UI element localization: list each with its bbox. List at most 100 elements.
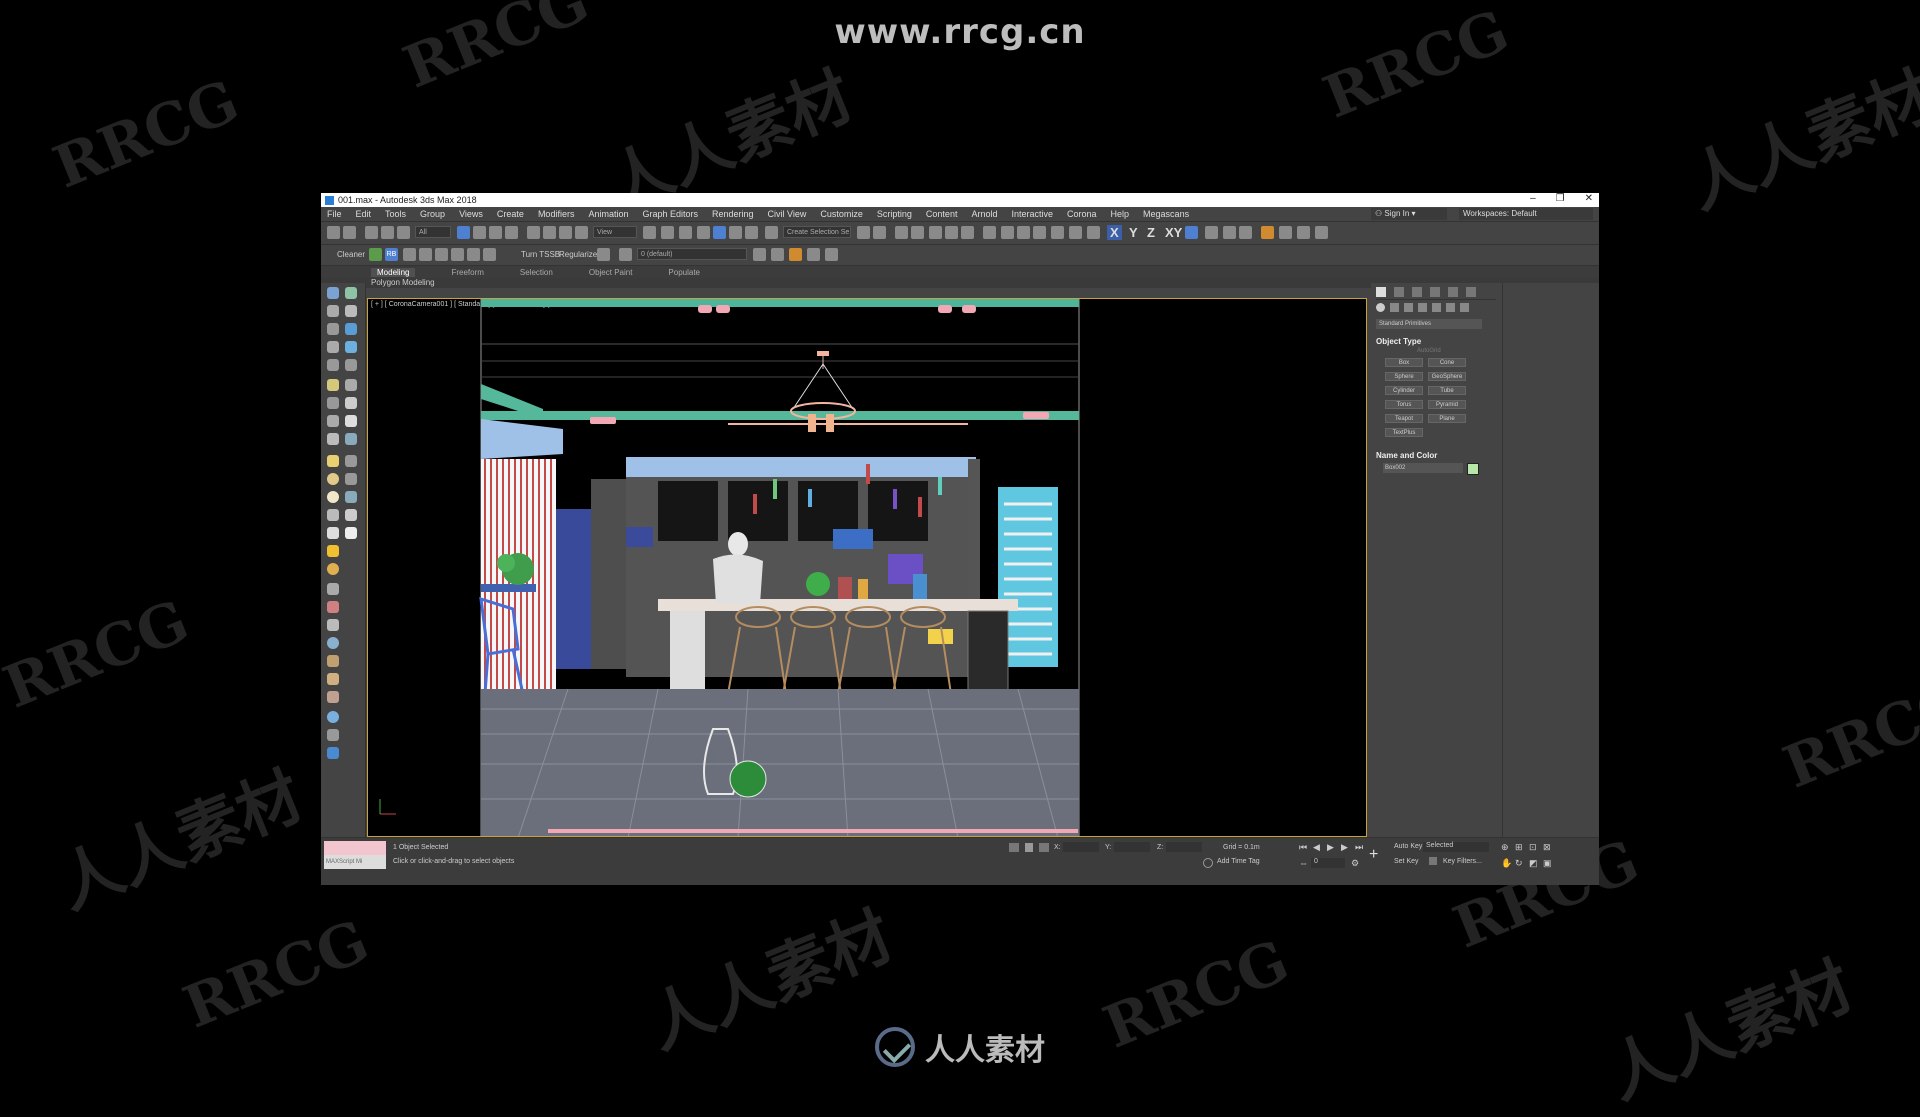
layer-manager-icon[interactable] <box>1087 226 1100 239</box>
cleaner-label[interactable]: Cleaner <box>337 250 365 259</box>
menu-help[interactable]: Help <box>1111 209 1130 219</box>
menu-civil-view[interactable]: Civil View <box>768 209 807 219</box>
menu-create[interactable]: Create <box>497 209 524 219</box>
pen-icon[interactable] <box>327 601 339 613</box>
maximize-viewport-icon[interactable]: ▣ <box>1543 858 1552 869</box>
menu-arnold[interactable]: Arnold <box>971 209 997 219</box>
spline-icon[interactable] <box>345 473 357 485</box>
systems-icon[interactable] <box>1460 303 1469 312</box>
image-icon[interactable] <box>467 248 480 261</box>
angle-snap-icon[interactable] <box>713 226 726 239</box>
cone-button[interactable]: Cone <box>1428 358 1466 367</box>
turn-tssb-button[interactable]: Turn TSSB <box>521 250 560 259</box>
shape-icon[interactable] <box>327 305 339 317</box>
light-icon[interactable] <box>345 287 357 299</box>
edit-named-selection-icon[interactable] <box>765 226 778 239</box>
axis-y-button[interactable]: Y <box>1129 225 1138 240</box>
key-set-dropdown[interactable]: Selected <box>1423 842 1489 852</box>
select-by-name-icon[interactable] <box>473 226 486 239</box>
sign-in-dropdown[interactable]: ⚇ Sign In ▾ <box>1371 208 1447 220</box>
axis-z-button[interactable]: Z <box>1147 225 1155 240</box>
create-tab-icon[interactable] <box>1376 287 1386 297</box>
teapot-button[interactable]: Teapot <box>1385 414 1423 423</box>
geometry-icon[interactable] <box>1376 303 1385 312</box>
bulb-icon[interactable] <box>345 527 357 539</box>
maxscript-output[interactable] <box>324 841 386 855</box>
tab-populate[interactable]: Populate <box>668 268 700 277</box>
plugin-green-icon[interactable] <box>1279 226 1292 239</box>
layer-highlight-icon[interactable] <box>789 248 802 261</box>
menu-file[interactable]: File <box>327 209 342 219</box>
table-icon[interactable] <box>1239 226 1252 239</box>
select-manipulate-icon[interactable] <box>661 226 674 239</box>
menu-scripting[interactable]: Scripting <box>877 209 912 219</box>
undo-icon[interactable] <box>327 226 340 239</box>
grid-icon[interactable] <box>1315 226 1328 239</box>
plane-button[interactable]: Plane <box>1428 414 1466 423</box>
helpers-icon[interactable] <box>1432 303 1441 312</box>
lights-icon[interactable] <box>1404 303 1413 312</box>
sync-icon[interactable] <box>403 248 416 261</box>
yellow-box-icon[interactable] <box>327 455 339 467</box>
lock-icon[interactable] <box>1025 843 1033 852</box>
torus-button[interactable]: Torus <box>1385 400 1423 409</box>
anchor-icon[interactable] <box>327 619 339 631</box>
selection-filter-dropdown[interactable]: All <box>415 226 451 238</box>
ball-icon[interactable] <box>327 491 339 503</box>
maximize-button[interactable]: ❐ <box>1556 193 1565 204</box>
redo-icon[interactable] <box>343 226 356 239</box>
sphere-button[interactable]: Sphere <box>1385 372 1423 381</box>
link-icon[interactable] <box>365 226 378 239</box>
time-tag-icon[interactable] <box>1203 858 1213 868</box>
circle-tool-icon[interactable] <box>345 415 357 427</box>
scatter-icon[interactable] <box>345 455 357 467</box>
zoom-extents-icon[interactable]: ⊡ <box>1529 842 1537 853</box>
geosphere-button[interactable]: GeoSphere <box>1428 372 1466 381</box>
blue-tool-icon[interactable] <box>327 747 339 759</box>
sphere-icon[interactable] <box>345 305 357 317</box>
grid-helper-icon[interactable] <box>327 341 339 353</box>
textplus-button[interactable]: TextPlus <box>1385 428 1423 437</box>
play-icon[interactable]: ▶ <box>1327 842 1334 853</box>
plugin-icon[interactable] <box>1261 226 1274 239</box>
utilities-tab-icon[interactable] <box>1466 287 1476 297</box>
tab-freeform[interactable]: Freeform <box>451 268 483 277</box>
cross-icon[interactable] <box>451 248 464 261</box>
add-time-tag[interactable]: Add Time Tag <box>1217 858 1260 865</box>
tree-icon[interactable] <box>327 655 339 667</box>
align-icon[interactable] <box>873 226 886 239</box>
percent-snap-icon[interactable] <box>729 226 742 239</box>
stack-icon[interactable] <box>435 248 448 261</box>
menu-animation[interactable]: Animation <box>588 209 628 219</box>
axis-constraint-icon[interactable] <box>1185 226 1198 239</box>
render-active-icon[interactable] <box>1069 226 1082 239</box>
bind-space-warp-icon[interactable] <box>397 226 410 239</box>
move-icon[interactable] <box>527 226 540 239</box>
table-tool-icon[interactable] <box>327 359 339 371</box>
polygon-modeling-label[interactable]: Polygon Modeling <box>371 278 435 287</box>
render-production-icon[interactable] <box>1033 226 1046 239</box>
orbit-icon[interactable]: ↻ <box>1515 858 1523 869</box>
snaps-toggle-icon[interactable] <box>697 226 710 239</box>
object-type-header[interactable]: Object Type <box>1376 337 1421 346</box>
x-coordinate-field[interactable] <box>1063 842 1099 852</box>
dust-icon[interactable] <box>327 673 339 685</box>
rendered-frame-window-icon[interactable] <box>1017 226 1030 239</box>
next-frame-icon[interactable]: ▶ <box>1341 842 1348 853</box>
regularize-button[interactable]: Regularize <box>559 250 597 259</box>
hierarchy-tab-icon[interactable] <box>1412 287 1422 297</box>
place-icon[interactable] <box>575 226 588 239</box>
y-coordinate-field[interactable] <box>1114 842 1150 852</box>
pyramid-button[interactable]: Pyramid <box>1428 400 1466 409</box>
fov-icon[interactable]: ◩ <box>1529 858 1538 869</box>
menu-content[interactable]: Content <box>926 209 958 219</box>
menu-megascans[interactable]: Megascans <box>1143 209 1189 219</box>
menu-views[interactable]: Views <box>459 209 483 219</box>
link-tool-icon[interactable] <box>327 433 339 445</box>
window-crossing-icon[interactable] <box>505 226 518 239</box>
add-layer-icon[interactable] <box>753 248 766 261</box>
pivot-center-icon[interactable] <box>643 226 656 239</box>
frame-icon[interactable] <box>483 248 496 261</box>
hair-icon[interactable] <box>327 509 339 521</box>
object-color-swatch[interactable] <box>1467 463 1479 475</box>
